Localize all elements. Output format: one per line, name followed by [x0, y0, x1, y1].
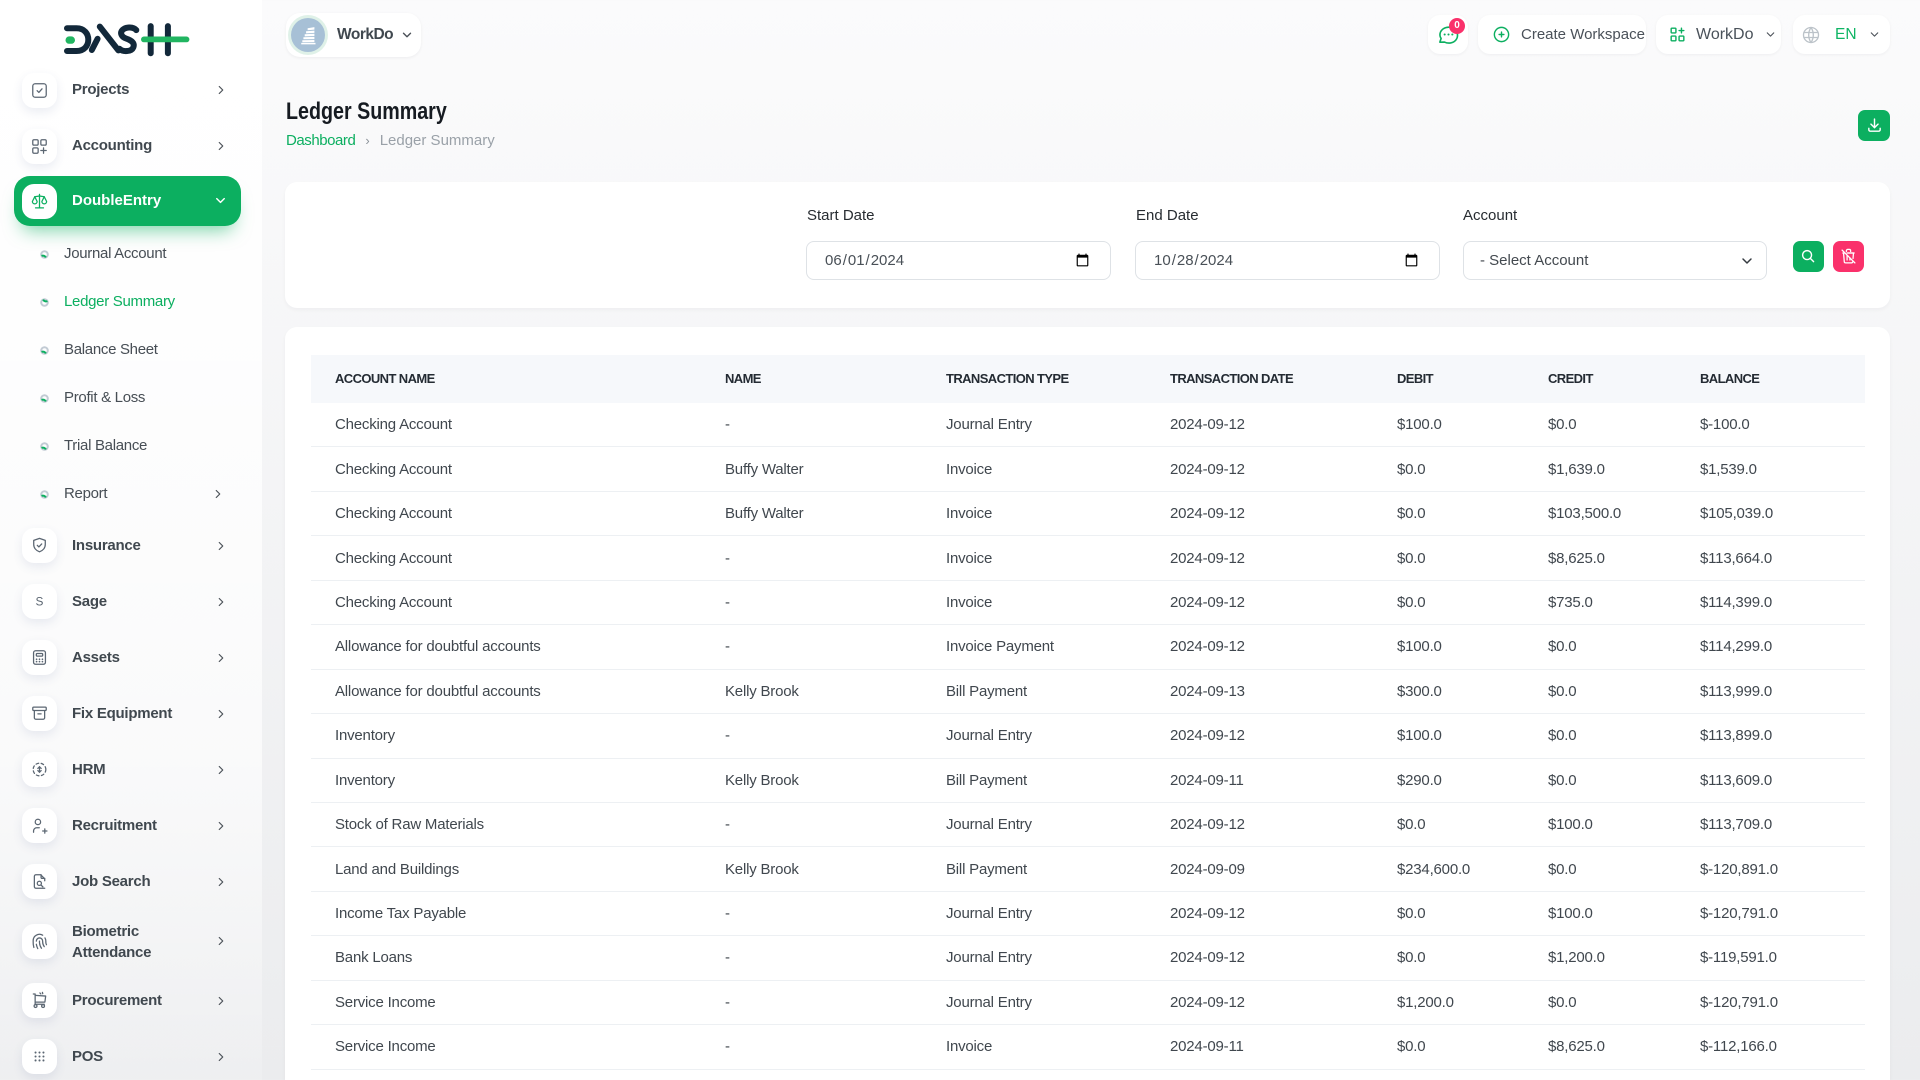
svg-text:S: S — [36, 594, 44, 608]
